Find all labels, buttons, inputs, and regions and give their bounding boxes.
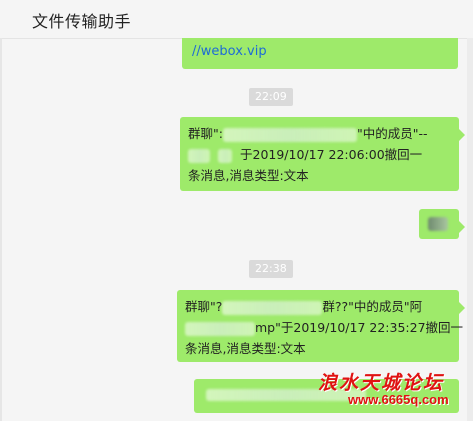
message-bubble[interactable]: 群聊"? 群??"中的成员"阿 mp"于2019/10/17 22:35:27撤回…	[177, 290, 465, 362]
redacted-text	[188, 148, 210, 163]
redacted-text	[185, 321, 255, 336]
message-line: 群聊": "中的成员"--	[188, 126, 428, 142]
message-line: mp"于2019/10/17 22:35:27撤回一	[185, 317, 463, 338]
redacted-text	[428, 217, 448, 231]
watermark-url: www.6665q.com	[348, 392, 449, 407]
left-border	[0, 38, 2, 421]
message-bubble-link[interactable]: //webox.vip	[182, 38, 458, 69]
message-line: 于2019/10/17 22:06:00撤回一	[188, 144, 422, 165]
redacted-text	[218, 148, 232, 163]
watermark-title: 浪水天城论坛	[318, 372, 445, 394]
timestamp: 22:09	[249, 88, 293, 106]
message-line: 条消息,消息类型:文本	[185, 341, 306, 356]
redacted-text	[222, 300, 323, 315]
message-line: 条消息,消息类型:文本	[188, 168, 309, 183]
scrollbar[interactable]	[467, 38, 473, 421]
forum-watermark: 浪水天城论坛 www.6665q.com	[318, 368, 468, 414]
chat-title: 文件传输助手	[32, 12, 132, 31]
redacted-text	[222, 127, 357, 142]
message-line: 群聊"? 群??"中的成员"阿	[185, 299, 423, 315]
timestamp: 22:38	[249, 260, 293, 278]
message-bubble[interactable]: 群聊": "中的成员"-- 于2019/10/17 22:06:00撤回一 条消息…	[180, 117, 465, 191]
message-bubble-redacted[interactable]	[419, 209, 465, 239]
chat-header: 文件传输助手	[0, 0, 473, 39]
message-link[interactable]: //webox.vip	[192, 41, 267, 62]
